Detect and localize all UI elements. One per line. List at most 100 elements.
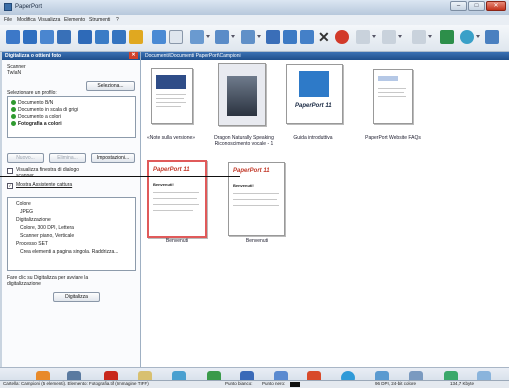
settings-button[interactable]: Impostazioni... bbox=[91, 153, 135, 163]
delete-icon[interactable]: ✕ bbox=[318, 29, 330, 46]
search-icon[interactable] bbox=[241, 30, 255, 44]
show-dialog-checkbox[interactable] bbox=[7, 168, 13, 174]
maximize-button[interactable]: □ bbox=[468, 1, 485, 11]
page-view-icon[interactable] bbox=[169, 30, 183, 44]
chevron-down-icon[interactable] bbox=[257, 35, 261, 38]
thumb-title: PaperPort 11 bbox=[233, 168, 270, 174]
item-caption-2: Riconoscimento vocale - 1 bbox=[214, 141, 274, 147]
move-icon[interactable] bbox=[300, 30, 314, 44]
scan-button[interactable]: Digitalizza bbox=[53, 292, 100, 302]
pane-header: Digitalizza o ottieni foto ✕ bbox=[2, 52, 140, 60]
menu-visualizza[interactable]: Visualizza bbox=[38, 17, 60, 23]
copy-to-icon[interactable] bbox=[283, 30, 297, 44]
item-thumbnail[interactable] bbox=[151, 68, 193, 124]
thumb-line bbox=[378, 96, 406, 97]
item-caption[interactable]: «Note sulla versione» bbox=[141, 135, 201, 141]
scan-icon[interactable] bbox=[6, 30, 20, 44]
item-thumbnail[interactable] bbox=[218, 63, 266, 126]
item-thumbnail-selected[interactable]: PaperPort 11 Benvenuti! bbox=[147, 160, 207, 238]
chevron-down-icon[interactable] bbox=[372, 35, 376, 38]
minimize-button[interactable]: – bbox=[450, 1, 467, 11]
profile-dot-icon bbox=[11, 114, 16, 119]
thumb-image bbox=[156, 75, 186, 89]
edit-icon[interactable] bbox=[112, 30, 126, 44]
help-icon[interactable] bbox=[460, 30, 474, 44]
thumb-line bbox=[153, 198, 197, 199]
refresh-icon[interactable] bbox=[440, 30, 454, 44]
list-item-selected[interactable]: Fotografia a colori bbox=[11, 121, 62, 127]
stop-icon[interactable] bbox=[335, 30, 349, 44]
toolbar: ✕ bbox=[0, 25, 509, 52]
thumb-line bbox=[153, 204, 199, 205]
close-icon[interactable]: ✕ bbox=[129, 52, 138, 59]
item-caption[interactable]: Benvenuti bbox=[227, 238, 287, 244]
thumb-line bbox=[156, 106, 181, 107]
extra-icon[interactable] bbox=[485, 30, 499, 44]
close-button[interactable]: ✕ bbox=[486, 1, 506, 11]
list-item[interactable]: Documento a colori bbox=[11, 114, 61, 120]
menu-file[interactable]: File bbox=[4, 17, 12, 23]
list-item[interactable]: Documento in scala di grigi bbox=[11, 107, 78, 113]
chevron-down-icon[interactable] bbox=[231, 35, 235, 38]
thumb-subtitle: Benvenuti! bbox=[233, 183, 254, 188]
item-caption[interactable]: PaperPort Website FAQs bbox=[356, 135, 430, 141]
thumb-line bbox=[156, 102, 186, 103]
sort-icon[interactable] bbox=[215, 30, 229, 44]
status-size: 134,7 Kbyte bbox=[450, 381, 475, 386]
chevron-down-icon[interactable] bbox=[206, 35, 210, 38]
page-nav-icon[interactable] bbox=[412, 30, 426, 44]
view-icon[interactable] bbox=[95, 30, 109, 44]
delete-profile-button[interactable]: Elimina... bbox=[49, 153, 86, 163]
scan-hint-2: digitalizzazione bbox=[7, 281, 41, 287]
menu-modifica[interactable]: Modifica bbox=[17, 17, 36, 23]
arrange-icon[interactable] bbox=[190, 30, 204, 44]
status-dpi: 96 DPI, 24-bit colore bbox=[375, 381, 417, 386]
select-scanner-button[interactable]: Seleziona... bbox=[86, 81, 135, 91]
thumb-image bbox=[299, 71, 329, 97]
folder-path-bar: Documenti\Documenti PaperPort\Campioni bbox=[141, 52, 509, 60]
list-item[interactable]: Documento B/N bbox=[11, 100, 53, 106]
item-caption[interactable]: Benvenuti bbox=[147, 238, 207, 244]
folder-path: Documenti\Documenti PaperPort\Campioni bbox=[145, 53, 241, 59]
menu-help[interactable]: ? bbox=[116, 17, 119, 23]
setting-item: Digitalizzazione bbox=[16, 217, 51, 223]
page-icon[interactable] bbox=[78, 30, 92, 44]
chevron-down-icon[interactable] bbox=[398, 35, 402, 38]
show-assistant-checkbox[interactable]: ✓ bbox=[7, 183, 13, 189]
title-bar: PaperPort – □ ✕ bbox=[0, 0, 509, 15]
menu-strumenti[interactable]: Strumenti bbox=[89, 17, 110, 23]
forward-icon[interactable] bbox=[382, 30, 396, 44]
status-white-point: Punto bianco: bbox=[225, 381, 253, 386]
callout-line bbox=[0, 176, 240, 177]
chevron-down-icon[interactable] bbox=[428, 35, 432, 38]
setting-item: Colore, 300 DPI, Lettera bbox=[20, 225, 74, 231]
filter-icon[interactable] bbox=[129, 30, 143, 44]
new-profile-button[interactable]: Nuovo... bbox=[7, 153, 44, 163]
item-thumbnail[interactable] bbox=[373, 69, 413, 124]
thumb-line bbox=[153, 210, 193, 211]
chevron-down-icon[interactable] bbox=[476, 35, 480, 38]
setting-item: Crea elementi a pagina singola. Raddrizz… bbox=[20, 249, 119, 255]
item-thumbnail[interactable]: PaperPort 11 Benvenuti! bbox=[228, 162, 285, 236]
new-icon[interactable] bbox=[23, 30, 37, 44]
scanner-value: TwIaN bbox=[7, 70, 22, 76]
back-icon[interactable] bbox=[356, 30, 370, 44]
menu-elemento[interactable]: Elemento bbox=[64, 17, 85, 23]
copy-icon[interactable] bbox=[57, 30, 71, 44]
status-folder: Cartella: Campioni (5 elementi). Element… bbox=[3, 381, 149, 386]
thumb-photo bbox=[227, 76, 257, 116]
capture-pane: Digitalizza o ottieni foto ✕ Scanner TwI… bbox=[2, 52, 141, 367]
item-caption[interactable]: Guida introduttiva bbox=[281, 135, 345, 141]
properties-icon[interactable] bbox=[266, 30, 280, 44]
item-thumbnail[interactable]: PaperPort 11 bbox=[286, 64, 343, 124]
open-icon[interactable] bbox=[40, 30, 54, 44]
black-point-swatch bbox=[290, 382, 300, 387]
thumb-line bbox=[233, 193, 279, 194]
app-icon bbox=[4, 3, 12, 11]
profile-list[interactable]: Documento B/N Documento in scala di grig… bbox=[7, 96, 136, 138]
status-black-point: Punto nero: bbox=[262, 381, 286, 386]
setting-item: Scanner piano, Verticale bbox=[20, 233, 75, 239]
profile-dot-icon bbox=[11, 121, 16, 126]
thumbnails-icon[interactable] bbox=[152, 30, 166, 44]
thumb-line bbox=[156, 98, 184, 99]
